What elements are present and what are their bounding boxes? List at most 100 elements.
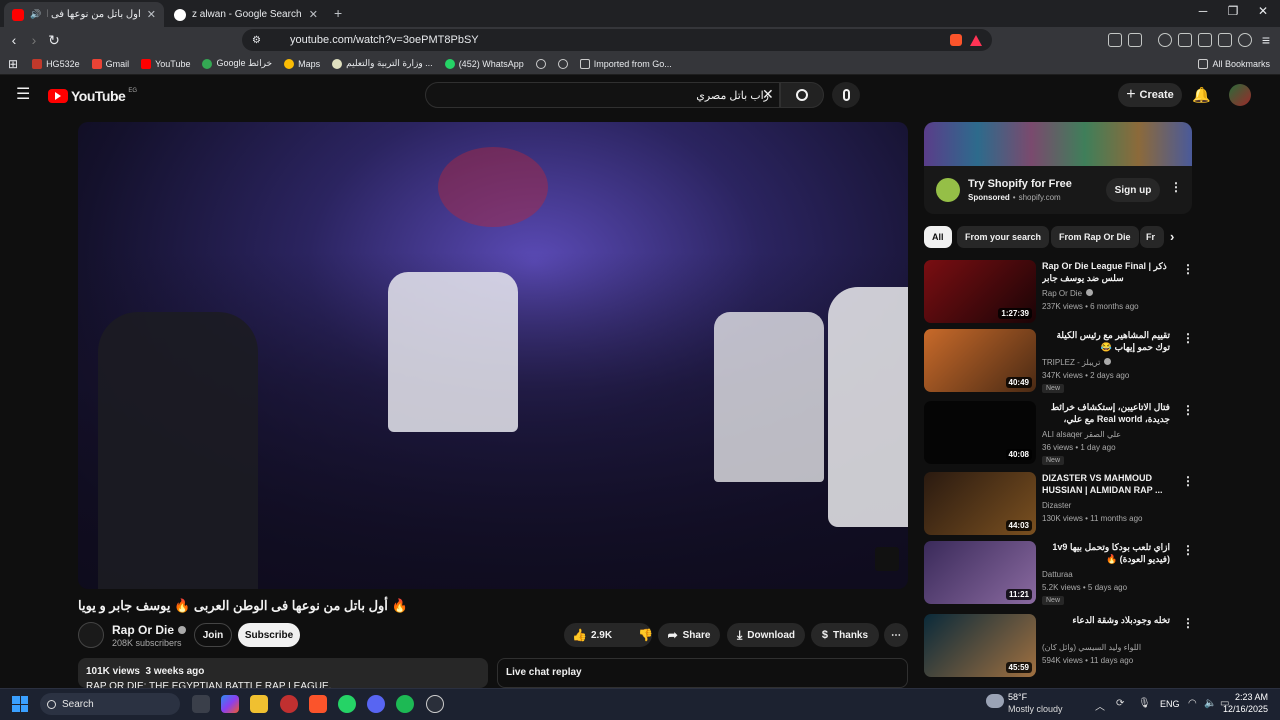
recommendation-menu-icon[interactable]: ⋮ [1182,262,1194,276]
video-player[interactable] [78,122,908,589]
leo-ai-icon[interactable] [1218,33,1232,47]
channel-avatar[interactable] [78,622,104,648]
chip-overflow[interactable]: Fr [1140,226,1164,248]
bookmark-globe-1[interactable] [535,58,546,69]
bookmark-hg532e[interactable]: HG532e [32,58,80,69]
tab-youtube[interactable]: 🔊 أول باتل من نوعها فى الوطن ال... ✕ [4,2,164,27]
bookmark-whatsapp[interactable]: (452) WhatsApp [444,58,524,69]
windows-start-icon[interactable] [12,696,28,712]
video-thumbnail[interactable]: 45:59 [924,614,1036,677]
like-button[interactable]: 👍 2.9K [572,628,612,642]
bookmark-globe-2[interactable] [557,58,568,69]
menu-icon[interactable]: ≡ [1258,32,1274,48]
chip-from-rap-or-die[interactable]: From Rap Or Die [1051,226,1139,248]
recommendation-menu-icon[interactable]: ⋮ [1182,474,1194,488]
recommendation-menu-icon[interactable]: ⋮ [1182,616,1194,630]
channel-name-link[interactable]: Rap Or Die [112,623,187,637]
chips-next-icon[interactable]: › [1170,229,1174,244]
sponsored-ad[interactable]: Try Shopify for Free Sponsored • shopify… [924,122,1192,214]
clock-date[interactable]: 12/16/2025 [1216,704,1268,714]
recommendation-channel[interactable]: اللواء وليد السيسي (وائل كان) [1042,643,1141,652]
avatar[interactable] [1229,84,1251,106]
share-button[interactable]: ➦ Share [658,623,720,647]
bookmark-gmail[interactable]: Gmail [91,58,129,69]
input-language[interactable]: ENG [1160,699,1180,709]
spotify-icon[interactable] [396,695,414,713]
speaker-icon[interactable]: 🔊 [30,9,41,20]
tab-google-search[interactable]: z alwan - Google Search ✕ [166,2,326,27]
screenshot-icon[interactable] [1128,33,1142,47]
brave-browser-icon[interactable] [309,695,327,713]
recommendation-item[interactable]: 44:03 DIZASTER VS MAHMOUD HUSSIAN | ALMID… [924,472,1194,536]
forward-icon[interactable]: › [26,32,42,48]
recommendation-item[interactable]: 40:08 فتال الاتاعيبن، إستكشاف خرائط جديدة… [924,401,1194,465]
file-explorer-icon[interactable] [250,695,268,713]
recommendation-item[interactable]: 45:59 تخله وجودبلاد وشقة الدعاء اللواء ولي… [924,614,1194,678]
close-window-icon[interactable]: ✕ [1248,4,1278,18]
site-info-icon[interactable]: ⚙ [252,35,261,46]
bookmark-maps[interactable]: Maps [284,58,320,69]
media-icon[interactable] [1158,33,1172,47]
recommendation-channel[interactable]: Rap Or Die [1042,289,1094,298]
recommendation-menu-icon[interactable]: ⋮ [1182,543,1194,557]
copilot-icon[interactable] [221,695,239,713]
clear-search-icon[interactable]: ✕ [762,86,774,103]
recommendation-item[interactable]: 1:27:39 Rap Or Die League Final | ذكر سلس… [924,260,1194,324]
close-tab-icon[interactable]: ✕ [147,8,156,21]
vpn-icon[interactable] [1238,33,1252,47]
description-box[interactable]: 101K views 3 weeks ago RAP OR DIE: THE E… [78,658,488,692]
chip-all[interactable]: All [924,226,952,248]
video-thumbnail[interactable]: 11:21 [924,541,1036,604]
video-thumbnail[interactable]: 1:27:39 [924,260,1036,323]
all-bookmarks-button[interactable]: All Bookmarks [1198,58,1270,69]
weather-cloud-icon[interactable] [986,694,1004,708]
dislike-button[interactable]: 👎 [638,628,653,642]
voice-search-button[interactable] [832,82,860,108]
chip-from-your-search[interactable]: From your search [957,226,1050,248]
guide-menu-icon[interactable]: ☰ [16,86,32,104]
reload-icon[interactable]: ↻ [46,32,62,48]
microphone-tray-icon[interactable]: 🎙 [1138,698,1151,709]
weather-temp[interactable]: 58°F [1008,692,1027,702]
task-view-icon[interactable] [192,695,210,713]
clock-time[interactable]: 2:23 AM [1232,692,1268,702]
address-bar[interactable]: ⚙ youtube.com/watch?v=3oePMT8PbSY [242,29,992,51]
video-thumbnail[interactable]: 44:03 [924,472,1036,535]
steam-icon[interactable] [426,695,444,713]
back-icon[interactable]: ‹ [6,32,22,48]
recommendation-channel[interactable]: ALI alsaqer علي الصقر [1042,430,1121,439]
recommendation-item[interactable]: 40:49 تقييم المشاهير مع رئيس الكيلة توك ح… [924,329,1194,393]
sign-up-button[interactable]: Sign up [1106,178,1160,202]
restore-icon[interactable]: ❐ [1218,4,1248,18]
close-tab-icon[interactable]: ✕ [309,8,318,21]
wifi-icon[interactable]: ◠ [1188,698,1197,709]
weather-desc[interactable]: Mostly cloudy [1008,704,1063,714]
minimize-icon[interactable]: ─ [1188,4,1218,18]
taskbar-search[interactable]: Search [40,693,180,715]
search-input[interactable]: راب باتل مصري [425,82,780,108]
recommendation-title[interactable]: Rap Or Die League Final | ذكر سلس ضد يوس… [1042,260,1170,284]
wallet-icon[interactable] [1198,33,1212,47]
recommendation-title[interactable]: DIZASTER VS MAHMOUD HUSSIAN | ALMIDAN RA… [1042,472,1170,496]
more-actions-button[interactable]: ⋯ [884,623,908,647]
video-thumbnail[interactable]: 40:08 [924,401,1036,464]
bookmark-youtube[interactable]: YouTube [141,58,190,69]
recommendation-title[interactable]: تقييم المشاهير مع رئيس الكيلة توك حمو إي… [1042,329,1170,353]
new-tab-button[interactable]: + [334,5,342,21]
sidebar-icon[interactable] [1178,33,1192,47]
recommendation-menu-icon[interactable]: ⋮ [1182,331,1194,345]
bookmark-google-maps-ar[interactable]: Google خرائط [202,58,272,69]
recommendation-item[interactable]: 11:21 ازاي تلعب بودكا وتحمل بيها 1v9 (فيد… [924,541,1194,605]
live-chat-replay[interactable]: Live chat replay [497,658,908,688]
volume-icon[interactable]: 🔈 [1204,698,1216,709]
create-button[interactable]: + Create [1118,83,1182,107]
brave-rewards-icon[interactable] [970,34,982,46]
thanks-button[interactable]: $ Thanks [811,623,879,647]
app-red-icon[interactable] [280,695,298,713]
tray-overflow-icon[interactable]: ︿ [1095,698,1105,713]
notifications-bell-icon[interactable]: 🔔 [1192,86,1211,104]
bookmark-ministry[interactable]: وزارة التربية والتعليم ... [332,58,433,69]
recommendation-channel[interactable]: Datturaa [1042,570,1073,579]
recommendation-title[interactable]: تخله وجودبلاد وشقة الدعاء [1042,614,1170,626]
search-button[interactable] [780,82,824,108]
